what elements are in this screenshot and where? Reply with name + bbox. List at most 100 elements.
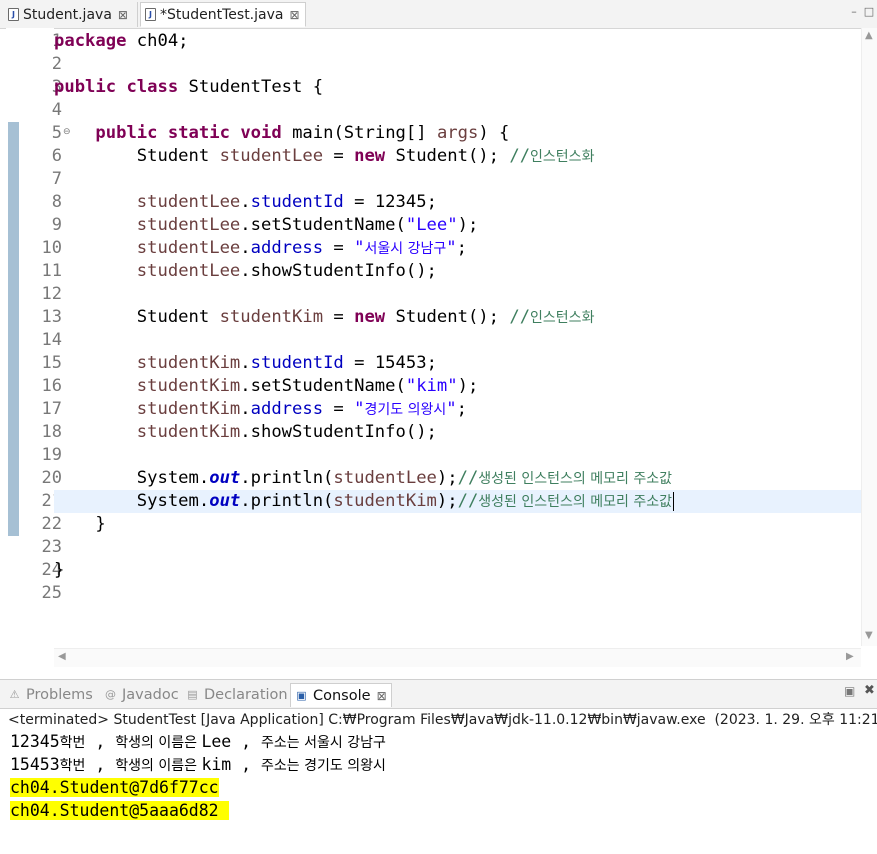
code-token: studentLee [219, 146, 324, 166]
scroll-down-icon[interactable]: ▼ [865, 630, 873, 641]
code-editor[interactable]: 1 2 3 4 5 6 7 8 9 10 11 12 13 14 15 16 17 18 19 20 21 22 23 24 2… [6, 28, 877, 668]
horizontal-scrollbar[interactable]: ◀ ▶ [54, 648, 861, 667]
tab-student-java[interactable]: J Student.java ⊠ [4, 2, 138, 27]
minimize-icon[interactable]: – [848, 6, 860, 18]
code-token: .showStudentInfo(); [240, 261, 437, 281]
code-token: . [240, 192, 251, 212]
panel-close-icon[interactable]: ✖ [864, 683, 875, 698]
declaration-icon: ▤ [187, 688, 198, 701]
code-token: " [446, 238, 457, 258]
code-line[interactable]: } [54, 559, 861, 582]
code-token: } [54, 514, 106, 534]
code-line[interactable]: studentKim.studentId = 15453; [54, 352, 861, 375]
code-line[interactable] [54, 582, 861, 605]
code-token: studentId [250, 353, 344, 373]
bottom-panel-tab-bar: ⚠ Problems @ Javadoc ▤ Declaration ▣ Console ⊠ [0, 679, 877, 709]
code-line[interactable]: Student studentLee = new Student(); //인스… [54, 145, 861, 168]
tab-label: Student.java [23, 6, 112, 23]
code-token: args [436, 123, 479, 143]
code-token: studentKim [136, 376, 241, 396]
code-line[interactable] [54, 536, 861, 559]
code-line[interactable]: } [54, 513, 861, 536]
code-token: 인스턴스화 [530, 149, 595, 165]
tab-studenttest-java[interactable]: J *StudentTest.java ⊠ [140, 2, 306, 27]
console-text: kim , [201, 755, 262, 774]
code-line[interactable]: studentKim.address = "경기도 의왕시"; [54, 398, 861, 421]
close-icon[interactable]: ⊠ [118, 8, 128, 22]
code-token: public [54, 77, 117, 97]
code-line[interactable]: package ch04; [54, 30, 861, 53]
code-line[interactable]: studentKim.setStudentName("kim"); [54, 375, 861, 398]
code-line[interactable]: System.out.println(studentKim);//생성된 인스턴… [54, 490, 861, 513]
code-line[interactable]: studentLee.studentId = 12345; [54, 191, 861, 214]
code-line[interactable] [54, 283, 861, 306]
code-line[interactable] [54, 444, 861, 467]
code-token: ; [456, 399, 467, 419]
maximize-icon[interactable]: □ [863, 6, 875, 18]
scroll-left-icon[interactable]: ◀ [58, 651, 66, 662]
code-token: studentKim [136, 422, 241, 442]
code-token: // [509, 307, 531, 327]
tab-label: Console [313, 687, 371, 704]
scroll-right-icon[interactable]: ▶ [846, 651, 854, 662]
code-line[interactable] [54, 168, 861, 191]
close-icon[interactable]: ⊠ [289, 8, 299, 22]
code-line[interactable]: studentLee.showStudentInfo(); [54, 260, 861, 283]
code-token: .setStudentName( [240, 376, 406, 396]
code-token: package [54, 31, 127, 51]
line-number-gutter: 1 2 3 4 5 6 7 8 9 10 11 12 13 14 15 16 17 18 19 20 21 22 23 24 2… [20, 28, 71, 668]
code-token: new [354, 146, 386, 166]
overview-ruler [6, 28, 20, 668]
code-token: public [95, 123, 158, 143]
code-token: .showStudentInfo(); [240, 422, 437, 442]
code-token: studentLee [136, 192, 241, 212]
tab-declaration[interactable]: ▤ Declaration [186, 683, 287, 707]
code-line[interactable] [54, 99, 861, 122]
code-line[interactable]: studentKim.showStudentInfo(); [54, 421, 861, 444]
code-token: . [240, 238, 251, 258]
code-line[interactable]: System.out.println(studentLee);//생성된 인스턴… [54, 467, 861, 490]
code-token: studentLee [136, 238, 241, 258]
code-token: ) { [478, 123, 510, 143]
tab-problems[interactable]: ⚠ Problems [8, 683, 93, 707]
java-file-icon: J [145, 8, 156, 21]
tab-javadoc[interactable]: @ Javadoc [104, 683, 179, 707]
console-line: 15453학번 , 학생의 이름은 kim , 주소는 경기도 의왕시 [10, 754, 386, 776]
scroll-up-icon[interactable]: ▲ [865, 30, 873, 41]
console-text: 주소는 경기도 의왕시 [261, 758, 386, 774]
code-token: System. [54, 491, 210, 511]
code-line[interactable] [54, 53, 861, 76]
console-line: 12345학번 , 학생의 이름은 Lee , 주소는 서울시 강남구 [10, 731, 386, 753]
code-token: = 15453; [343, 353, 437, 373]
console-text: ch04.Student@7d6f77cc [10, 778, 219, 797]
code-token: main(String[] [281, 123, 437, 143]
code-token: ch04; [126, 31, 189, 51]
code-line[interactable]: studentLee.address = "서울시 강남구"; [54, 237, 861, 260]
code-line[interactable] [54, 329, 861, 352]
code-area[interactable]: package ch04; public class StudentTest { … [54, 28, 861, 646]
console-text: ch04.Student@5aaa6d82 [10, 801, 229, 820]
console-status: <terminated> StudentTest [Java Applicati… [8, 712, 877, 728]
tab-console[interactable]: ▣ Console ⊠ [290, 683, 392, 707]
code-token: Student(); [385, 307, 510, 327]
code-token: = [323, 399, 355, 419]
code-token: Student(); [385, 146, 510, 166]
close-icon[interactable]: ⊠ [377, 689, 387, 703]
code-token: .println( [240, 468, 334, 488]
code-token: = 12345; [343, 192, 437, 212]
code-line[interactable]: Student studentKim = new Student(); //인스… [54, 306, 861, 329]
vertical-scrollbar[interactable]: ▲ ▼ [861, 28, 877, 646]
change-marker [8, 122, 19, 536]
code-token: studentKim [219, 307, 324, 327]
code-line[interactable]: public static void main(String[] args) { [54, 122, 861, 145]
code-line[interactable]: studentLee.setStudentName("Lee"); [54, 214, 861, 237]
problems-icon: ⚠ [9, 688, 20, 701]
code-token: class [126, 77, 179, 97]
code-token: "kim" [405, 376, 458, 396]
code-line[interactable]: public class StudentTest { [54, 76, 861, 99]
panel-minimize-icon[interactable]: ▣ [844, 684, 855, 698]
